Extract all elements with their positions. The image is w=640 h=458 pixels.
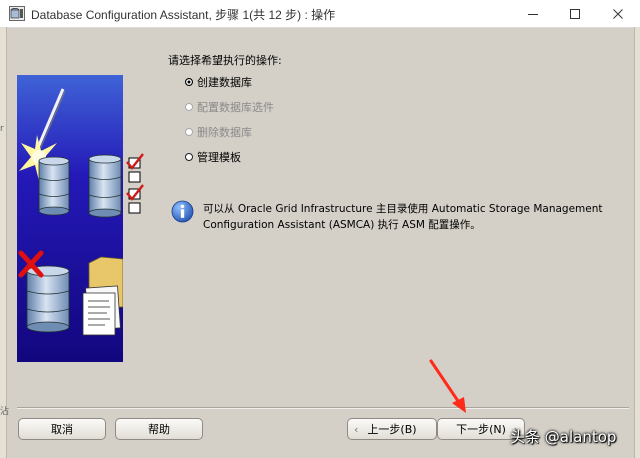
option-delete-database: 删除数据库 bbox=[185, 124, 252, 140]
option-label: 管理模板 bbox=[197, 151, 241, 164]
option-label: 创建数据库 bbox=[197, 76, 252, 89]
title-bar: Database Configuration Assistant, 步骤 1(共… bbox=[0, 0, 640, 28]
edge-mark: r bbox=[0, 124, 4, 134]
window-title: Database Configuration Assistant, 步骤 1(共… bbox=[31, 8, 336, 22]
back-label: 上一步(B) bbox=[367, 423, 417, 436]
right-window-edge bbox=[634, 27, 640, 458]
folder-documents-icon bbox=[82, 256, 123, 336]
radio-disabled-icon bbox=[185, 103, 193, 111]
asm-info-text: 可以从 Oracle Grid Infrastructure 主目录使用 Aut… bbox=[203, 203, 603, 231]
database-app-icon bbox=[9, 6, 25, 21]
left-window-edge: r 沾 bbox=[0, 27, 10, 458]
help-button[interactable]: 帮助 bbox=[115, 418, 203, 440]
minimize-button[interactable] bbox=[513, 0, 553, 27]
database-icon bbox=[38, 156, 70, 216]
option-label: 删除数据库 bbox=[197, 126, 252, 139]
edge-mark: 沾 bbox=[0, 407, 10, 417]
maximize-icon bbox=[570, 8, 580, 19]
radio-selected-icon[interactable] bbox=[185, 78, 193, 86]
cancel-label: 取消 bbox=[51, 423, 73, 436]
back-button[interactable]: ‹ 上一步(B) bbox=[347, 418, 437, 440]
help-label: 帮助 bbox=[148, 423, 170, 436]
maximize-button[interactable] bbox=[555, 0, 595, 27]
radio-disabled-icon bbox=[185, 128, 193, 136]
wizard-illustration bbox=[17, 75, 123, 362]
option-manage-templates[interactable]: 管理模板 bbox=[185, 149, 241, 165]
footer-divider bbox=[17, 407, 629, 409]
database-icon bbox=[88, 154, 122, 218]
option-label: 配置数据库选件 bbox=[197, 101, 274, 114]
close-icon bbox=[613, 8, 623, 19]
option-create-database[interactable]: 创建数据库 bbox=[185, 74, 252, 90]
next-label: 下一步(N) bbox=[456, 423, 506, 436]
red-arrow-annotation bbox=[429, 359, 466, 413]
checkmarks-icon bbox=[126, 153, 144, 214]
close-button[interactable] bbox=[598, 0, 638, 27]
database-icon bbox=[26, 265, 70, 333]
option-configure-database-options: 配置数据库选件 bbox=[185, 99, 274, 115]
operation-prompt: 请选择希望执行的操作: bbox=[168, 54, 282, 67]
info-icon bbox=[171, 200, 194, 223]
minimize-icon bbox=[528, 13, 538, 15]
cancel-button[interactable]: 取消 bbox=[18, 418, 106, 440]
radio-unselected-icon[interactable] bbox=[185, 153, 193, 161]
chevron-left-icon: ‹ bbox=[354, 422, 359, 436]
watermark: 头条 @alantop bbox=[510, 428, 617, 446]
